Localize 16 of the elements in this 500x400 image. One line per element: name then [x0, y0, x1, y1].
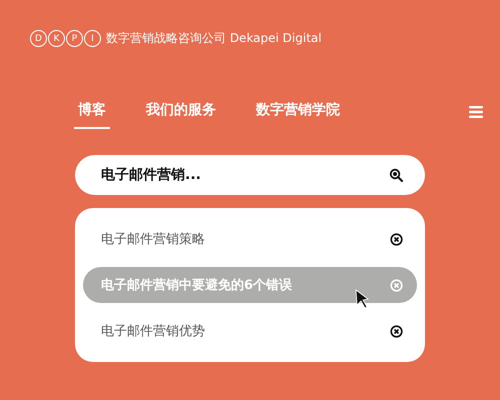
logo-letter: D — [30, 30, 47, 47]
search-icon[interactable] — [389, 168, 403, 182]
nav-tab[interactable]: 数字营销学院 — [252, 95, 344, 129]
close-icon[interactable] — [390, 232, 403, 246]
logo-letter: P — [66, 30, 83, 47]
logo-letter: I — [84, 30, 101, 47]
company-name: 数字营销战略咨询公司 Dekapei Digital — [106, 30, 322, 47]
menu-icon[interactable] — [468, 105, 484, 119]
logo-letter: K — [48, 30, 65, 47]
close-icon[interactable] — [390, 324, 403, 338]
search-field[interactable]: 电子邮件营销... — [75, 155, 425, 195]
cursor-icon — [355, 289, 371, 309]
nav-tab[interactable]: 博客 — [74, 95, 110, 129]
suggestion-item[interactable]: 电子邮件营销策略 — [83, 221, 417, 257]
nav-tab[interactable]: 我们的服务 — [142, 95, 220, 129]
suggestion-item[interactable]: 电子邮件营销优势 — [83, 313, 417, 349]
